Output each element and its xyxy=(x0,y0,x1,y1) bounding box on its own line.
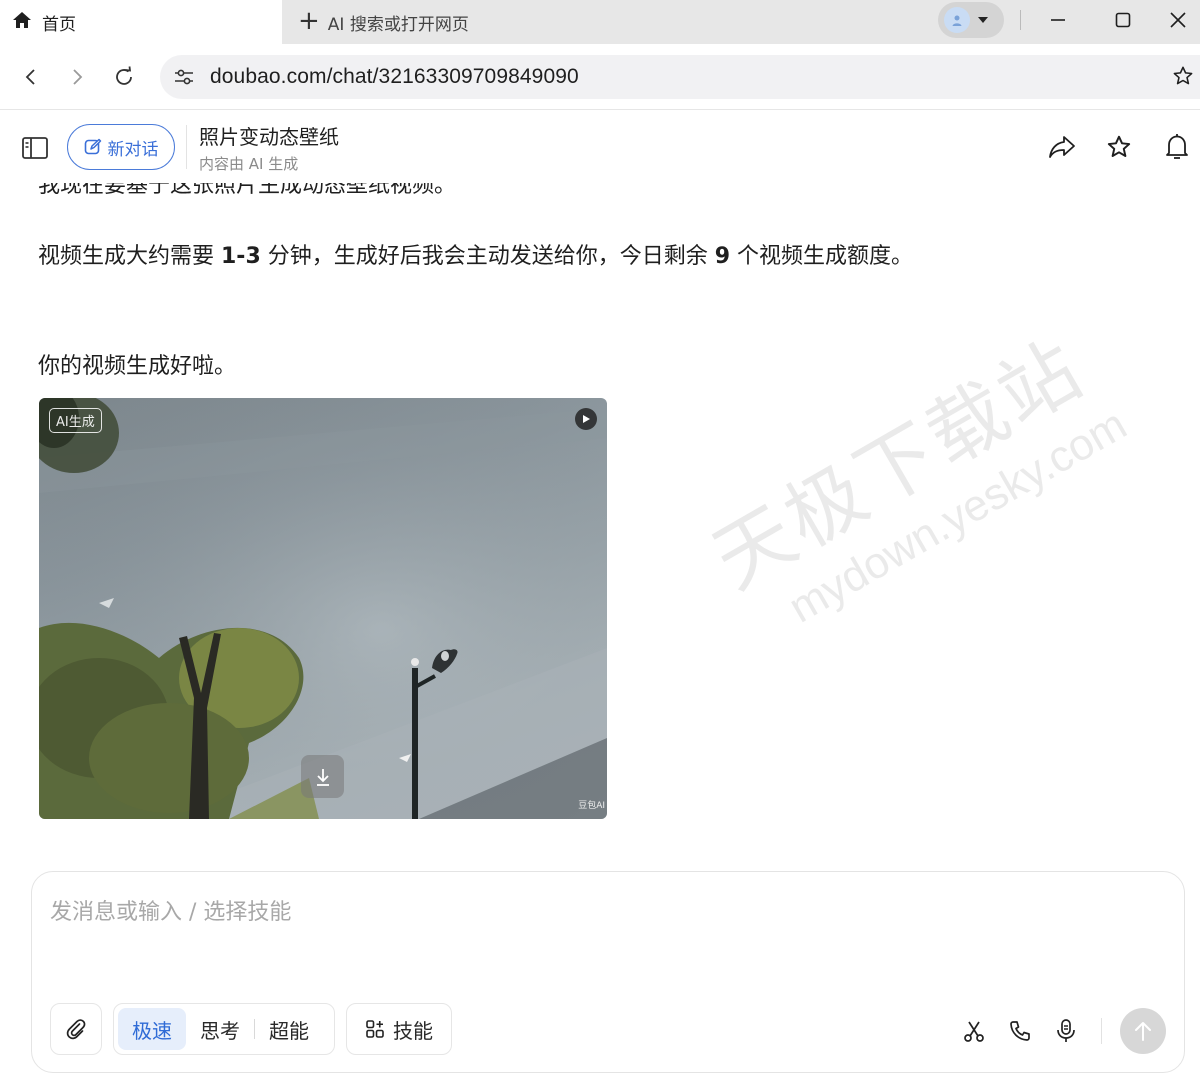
star-icon xyxy=(1107,135,1131,157)
divider xyxy=(1101,1018,1102,1044)
share-icon xyxy=(1049,136,1075,158)
paperclip-icon xyxy=(66,1019,86,1040)
message-text: 视频生成大约需要 xyxy=(38,244,221,269)
maximize-icon xyxy=(1115,12,1131,28)
message-text: 分钟，生成好后我会主动发送给你，今日剩余 xyxy=(260,244,715,269)
message-text-bold: 1-3 xyxy=(221,244,261,269)
close-window-button[interactable] xyxy=(1156,0,1200,40)
back-button[interactable] xyxy=(14,60,48,94)
close-icon xyxy=(1170,12,1186,28)
sidebar-toggle-button[interactable] xyxy=(20,133,50,163)
bell-icon xyxy=(1166,134,1188,159)
forward-button[interactable] xyxy=(60,60,94,94)
scissors-icon xyxy=(964,1021,984,1042)
skills-button[interactable]: 技能 xyxy=(346,1003,452,1055)
plus-icon: + xyxy=(298,6,320,36)
skills-label: 技能 xyxy=(393,1018,433,1043)
download-button[interactable] xyxy=(301,755,344,798)
mode-super[interactable]: 超能 xyxy=(255,1008,323,1050)
minimize-icon xyxy=(1051,19,1065,21)
browser-tab-strip: 首页 + AI 搜索或打开网页 xyxy=(0,0,1200,44)
watermark-url: mydown.yesky.com xyxy=(780,399,1135,633)
assistant-message: 你的视频生成好啦。 xyxy=(38,348,236,380)
new-chat-label: 新对话 xyxy=(107,139,159,160)
play-icon xyxy=(583,415,590,423)
new-tab-button[interactable]: + AI 搜索或打开网页 xyxy=(298,0,469,44)
message-text: 我现在要基于这张照片生成动态壁纸视频。 xyxy=(38,183,457,198)
maximize-button[interactable] xyxy=(1091,0,1155,40)
generated-video[interactable]: AI生成 豆包AI xyxy=(39,398,607,819)
message-input[interactable] xyxy=(50,892,1150,932)
voice-call-button[interactable] xyxy=(1005,1016,1035,1046)
favorite-button[interactable] xyxy=(1103,131,1135,163)
mode-fast[interactable]: 极速 xyxy=(118,1008,186,1050)
chevron-down-icon xyxy=(978,17,988,23)
minimize-button[interactable] xyxy=(1026,0,1090,40)
conversation-title[interactable]: 照片变动态壁纸 xyxy=(199,121,339,150)
edit-icon xyxy=(84,138,101,155)
arrow-right-icon xyxy=(73,69,83,85)
play-button[interactable] xyxy=(575,408,597,430)
site-settings-icon[interactable] xyxy=(172,65,196,89)
download-icon xyxy=(316,768,329,786)
message-text: 个视频生成额度。 xyxy=(730,244,914,269)
conversation-subtitle: 内容由 AI 生成 xyxy=(199,155,299,173)
assistant-message-partial: 我现在要基于这张照片生成动态壁纸视频。 xyxy=(38,183,456,199)
mode-think[interactable]: 思考 xyxy=(186,1008,254,1050)
new-chat-button[interactable]: 新对话 xyxy=(67,124,175,170)
address-bar[interactable]: doubao.com/chat/32163309709849090 xyxy=(160,55,1200,99)
notification-button[interactable] xyxy=(1161,131,1193,163)
sidebar-icon xyxy=(22,137,48,159)
video-corner-watermark: 豆包AI xyxy=(578,801,605,811)
voice-input-button[interactable] xyxy=(1051,1016,1081,1046)
attach-button[interactable] xyxy=(50,1003,102,1055)
arrow-left-icon xyxy=(25,69,35,85)
reload-icon xyxy=(116,66,132,85)
site-watermark: 天极下载站 mydown.yesky.com xyxy=(690,303,1135,654)
phone-icon xyxy=(1010,1021,1030,1041)
arrow-up-icon xyxy=(1135,1022,1151,1041)
watermark-text: 天极下载站 xyxy=(699,323,1100,607)
avatar-icon xyxy=(944,7,970,33)
divider xyxy=(186,125,187,169)
mode-selector: 极速 思考 超能 xyxy=(113,1003,335,1055)
message-text: 你的视频生成好啦。 xyxy=(38,354,237,379)
assistant-message: 视频生成大约需要 1-3 分钟，生成好后我会主动发送给你，今日剩余 9 个视频生… xyxy=(38,238,913,270)
new-tab-label: AI 搜索或打开网页 xyxy=(327,14,469,35)
message-composer: 极速 思考 超能 技能 xyxy=(31,871,1185,1073)
url-text: doubao.com/chat/32163309709849090 xyxy=(210,65,579,88)
browser-toolbar: doubao.com/chat/32163309709849090 xyxy=(0,44,1200,110)
home-icon xyxy=(12,10,32,35)
screenshot-button[interactable] xyxy=(959,1016,989,1046)
microphone-icon xyxy=(1057,1019,1075,1042)
send-button[interactable] xyxy=(1120,1008,1166,1054)
share-button[interactable] xyxy=(1046,131,1078,163)
chat-header: 新对话 照片变动态壁纸 内容由 AI 生成 xyxy=(0,111,1200,183)
browser-tab-home[interactable]: 首页 xyxy=(0,0,282,44)
bookmark-star-icon[interactable] xyxy=(1172,65,1194,91)
chat-messages: 我现在要基于这张照片生成动态壁纸视频。 视频生成大约需要 1-3 分钟，生成好后… xyxy=(0,183,1200,863)
reload-button[interactable] xyxy=(107,60,141,94)
ai-generated-badge: AI生成 xyxy=(49,408,102,433)
divider xyxy=(1020,10,1021,30)
tab-title: 首页 xyxy=(42,14,76,35)
message-text-bold: 9 xyxy=(714,244,731,269)
profile-button[interactable] xyxy=(938,2,1004,38)
apps-plus-icon xyxy=(366,1020,384,1038)
